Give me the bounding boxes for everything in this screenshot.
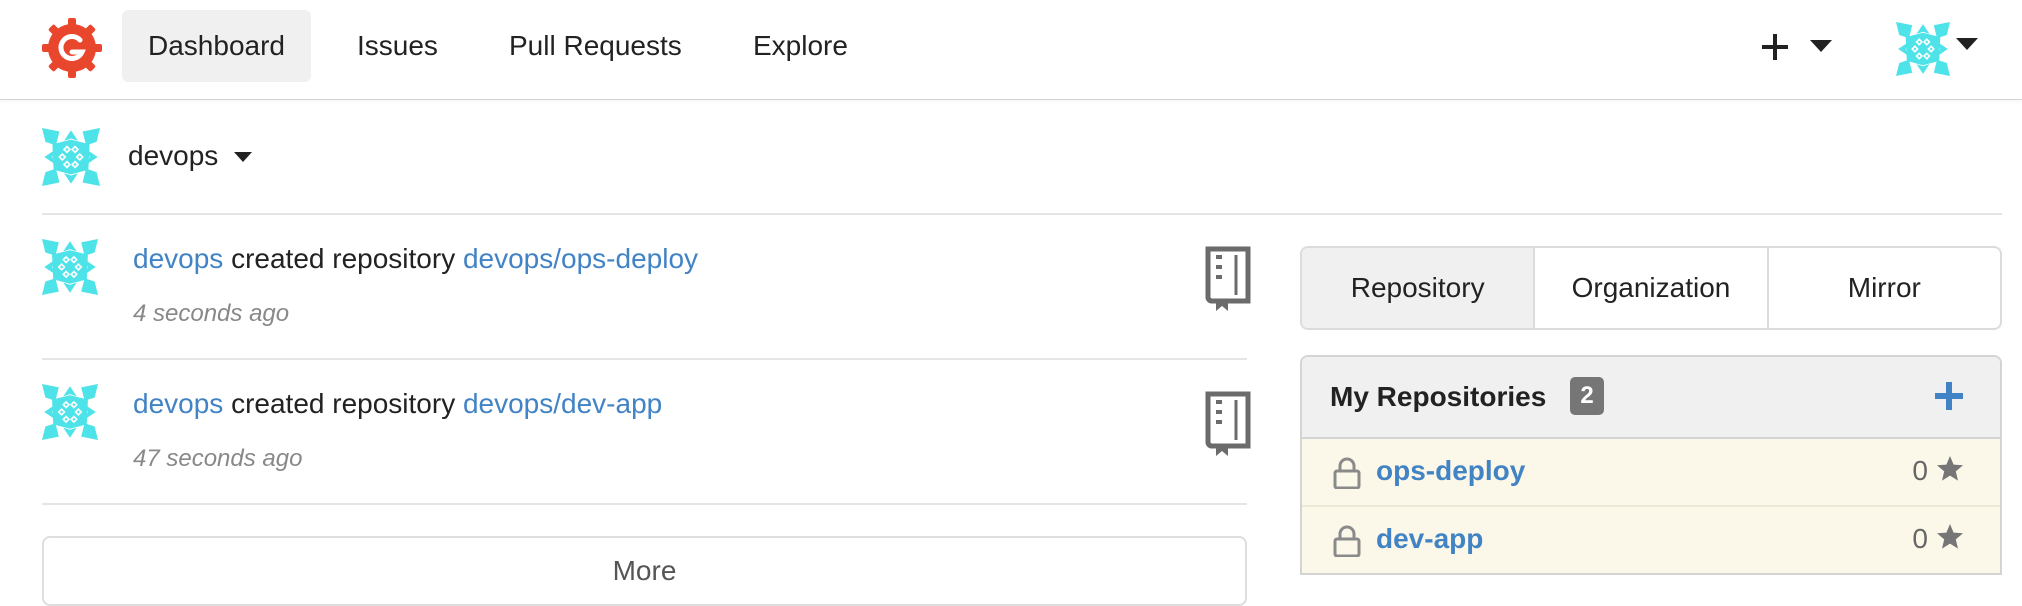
feed-item: devops created repository devops/ops-dep… xyxy=(42,215,1247,360)
feed-user-avatar[interactable] xyxy=(42,384,98,440)
repo-count-badge: 2 xyxy=(1570,377,1604,415)
repo-name-link[interactable]: ops-deploy xyxy=(1376,455,1525,487)
feed-user-link[interactable]: devops xyxy=(133,388,223,419)
my-repositories-panel: My Repositories 2 ops-deploy 0 dev-app 0 xyxy=(1300,355,2002,575)
caret-down-icon xyxy=(234,152,252,162)
repo-list-item[interactable]: ops-deploy 0 xyxy=(1302,439,2000,507)
feed-repo-link[interactable]: devops/dev-app xyxy=(463,388,662,419)
repo-star-count: 0 xyxy=(1912,523,1928,554)
more-button[interactable]: More xyxy=(42,536,1247,606)
feed-text: devops created repository devops/ops-dep… xyxy=(133,243,698,275)
repo-name-link[interactable]: dev-app xyxy=(1376,523,1483,555)
top-navbar: Dashboard Issues Pull Requests Explore xyxy=(0,0,2022,100)
feed-text: devops created repository devops/dev-app xyxy=(133,388,662,420)
tab-mirror[interactable]: Mirror xyxy=(1769,248,2000,328)
user-menu-button[interactable] xyxy=(1896,20,1986,78)
star-icon xyxy=(1936,523,1964,551)
user-avatar xyxy=(1896,22,1950,76)
repo-star-count: 0 xyxy=(1912,455,1928,486)
nav-dashboard[interactable]: Dashboard xyxy=(122,10,311,82)
create-menu-button[interactable] xyxy=(1752,24,1842,68)
feed-user-link[interactable]: devops xyxy=(133,243,223,274)
nav-explore[interactable]: Explore xyxy=(727,10,874,82)
repo-book-icon xyxy=(1202,245,1254,311)
nav-pull-requests[interactable]: Pull Requests xyxy=(483,10,708,82)
context-avatar xyxy=(42,128,100,186)
gogs-logo-icon[interactable] xyxy=(42,18,102,78)
lock-icon xyxy=(1332,525,1362,557)
caret-down-icon xyxy=(1810,40,1832,52)
tab-repository[interactable]: Repository xyxy=(1302,248,1536,328)
feed-timestamp: 47 seconds ago xyxy=(133,445,303,472)
plus-icon xyxy=(1762,34,1788,60)
add-repo-plus-icon[interactable] xyxy=(1932,379,1966,413)
tab-organization[interactable]: Organization xyxy=(1535,248,1769,328)
repo-book-icon xyxy=(1202,390,1254,456)
repo-type-tabs: Repository Organization Mirror xyxy=(1300,246,2002,330)
nav-issues[interactable]: Issues xyxy=(331,10,464,82)
caret-down-icon xyxy=(1956,38,1978,50)
feed-action: created repository xyxy=(231,388,456,419)
repo-panel-header: My Repositories 2 xyxy=(1302,357,2000,439)
repo-list-item[interactable]: dev-app 0 xyxy=(1302,507,2000,573)
star-icon xyxy=(1936,455,1964,483)
feed-repo-link[interactable]: devops/ops-deploy xyxy=(463,243,698,274)
feed-item: devops created repository devops/dev-app… xyxy=(42,360,1247,505)
repo-panel-title: My Repositories xyxy=(1330,381,1547,412)
feed-action: created repository xyxy=(231,243,456,274)
context-name: devops xyxy=(128,140,219,171)
lock-icon xyxy=(1332,457,1362,489)
feed-user-avatar[interactable] xyxy=(42,239,98,295)
feed-timestamp: 4 seconds ago xyxy=(133,300,290,327)
